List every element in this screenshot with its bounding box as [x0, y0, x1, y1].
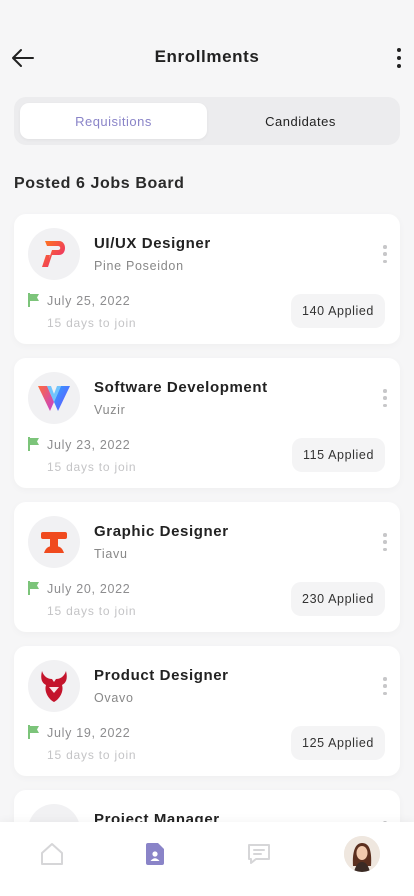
join-deadline: 15 days to join: [47, 604, 137, 618]
bottom-navigation: [0, 822, 414, 896]
vuzir-logo: [28, 372, 80, 424]
card-menu-button[interactable]: [382, 533, 388, 551]
job-card[interactable]: Software Development Vuzir July 23, 2022…: [14, 358, 400, 488]
posted-date: July 19, 2022: [47, 726, 131, 740]
dot-icon: [397, 64, 401, 68]
job-title: Product Designer: [94, 667, 229, 684]
nav-messages[interactable]: [234, 834, 284, 874]
card-menu-button[interactable]: [382, 677, 388, 695]
flag-icon: [28, 293, 39, 307]
applied-count-badge[interactable]: 140 Applied: [291, 294, 385, 328]
tab-candidates[interactable]: Candidates: [207, 103, 394, 139]
join-deadline: 15 days to join: [47, 748, 137, 762]
company-name: Tiavu: [94, 547, 128, 561]
posted-date: July 20, 2022: [47, 582, 131, 596]
join-deadline: 15 days to join: [47, 316, 137, 330]
job-card[interactable]: Graphic Designer Tiavu July 20, 2022 15 …: [14, 502, 400, 632]
posted-date: July 25, 2022: [47, 294, 131, 308]
card-menu-button[interactable]: [382, 389, 388, 407]
company-name: Pine Poseidon: [94, 259, 184, 273]
applied-count-badge[interactable]: 230 Applied: [291, 582, 385, 616]
app-header: Enrollments: [0, 0, 414, 96]
job-list: UI/UX Designer Pine Poseidon July 25, 20…: [14, 214, 400, 896]
company-name: Vuzir: [94, 403, 126, 417]
job-card[interactable]: Product Designer Ovavo July 19, 2022 15 …: [14, 646, 400, 776]
job-title: Graphic Designer: [94, 523, 229, 540]
card-menu-button[interactable]: [382, 245, 388, 263]
posted-date: July 23, 2022: [47, 438, 131, 452]
company-name: Ovavo: [94, 691, 134, 705]
job-card[interactable]: UI/UX Designer Pine Poseidon July 25, 20…: [14, 214, 400, 344]
home-icon: [40, 843, 63, 865]
tab-requisitions[interactable]: Requisitions: [20, 103, 207, 139]
more-options-button[interactable]: [394, 46, 404, 70]
pine-poseidon-logo: [28, 228, 80, 280]
flag-icon: [28, 581, 39, 595]
section-title: Posted 6 Jobs Board: [14, 175, 185, 192]
nav-home[interactable]: [27, 834, 77, 874]
job-title: UI/UX Designer: [94, 235, 211, 252]
applied-count-badge[interactable]: 115 Applied: [291, 438, 385, 472]
tab-switcher: Requisitions Candidates: [14, 97, 400, 145]
tiavu-logo: [28, 516, 80, 568]
nav-profile[interactable]: [337, 834, 387, 874]
chat-icon: [247, 844, 270, 864]
dot-icon: [397, 48, 401, 52]
applied-count-badge[interactable]: 125 Applied: [291, 726, 385, 760]
join-deadline: 15 days to join: [47, 460, 137, 474]
dot-icon: [397, 56, 401, 60]
jobs-icon: [146, 843, 165, 865]
profile-avatar: [344, 836, 381, 872]
flag-icon: [28, 437, 39, 451]
ovavo-logo: [28, 660, 80, 712]
flag-icon: [28, 725, 39, 739]
page-title: Enrollments: [154, 47, 260, 66]
job-title: Software Development: [94, 379, 268, 396]
nav-jobs[interactable]: [130, 834, 180, 874]
